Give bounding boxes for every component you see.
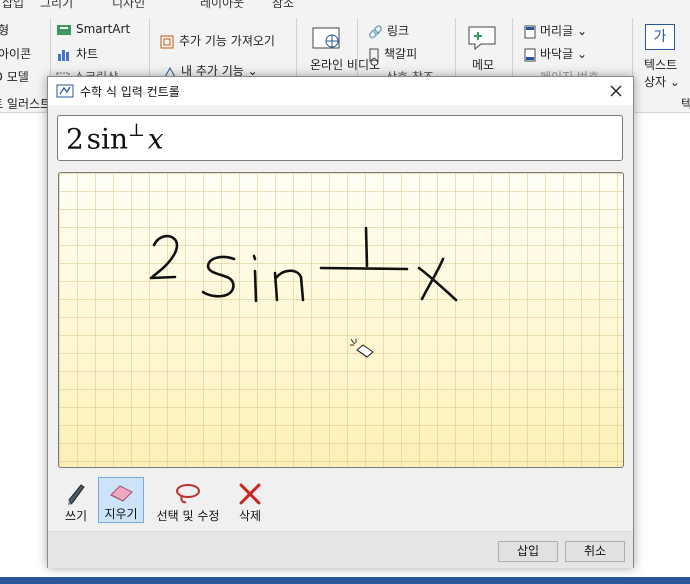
ink-stroke-2 [149, 234, 179, 280]
icons-button[interactable]: 아이콘 [0, 45, 31, 62]
store-icon [160, 35, 174, 48]
writing-pad[interactable] [58, 172, 624, 468]
textbox-icon: 가 [645, 24, 675, 50]
eraser-cursor-icon [350, 338, 374, 358]
bookmark-label: 책갈피 [384, 47, 418, 61]
close-button[interactable] [599, 77, 633, 105]
get-addins-button[interactable]: 추가 기능 가져오기 [159, 32, 275, 50]
comment-button[interactable] [466, 24, 498, 52]
ink-stroke-i-dot [252, 254, 257, 261]
header-icon [524, 25, 536, 38]
chevron-down-icon: ⌄ [666, 75, 680, 89]
ink-stroke-perp-horizontal [319, 266, 409, 271]
smartart-icon [57, 24, 71, 35]
text-group-label: 텍 [681, 97, 690, 111]
tab-draw[interactable]: 그리기 [40, 0, 73, 11]
textbox-label-line1: 텍스트 [644, 58, 678, 72]
link-label: 링크 [386, 24, 410, 38]
header-label: 머리글 [540, 24, 574, 38]
bookmark-icon [369, 48, 379, 62]
dialog-footer: 삽입 취소 [48, 531, 633, 568]
get-addins-label: 추가 기능 가져오기 [179, 34, 275, 48]
formula-preview[interactable]: 2 sin⊥ x [57, 115, 623, 161]
chart-label: 차트 [76, 47, 99, 61]
tab-insert[interactable]: 삽입 [2, 0, 24, 11]
formula-function: sin [86, 122, 128, 156]
ink-stroke-perp-vertical [364, 226, 369, 268]
ink-stroke-i-body [253, 269, 258, 303]
textbox-label-line2: 상자 ⌄ [644, 75, 680, 89]
delete-tool[interactable]: 삭제 [232, 477, 268, 523]
smartart-button[interactable]: SmartArt [56, 22, 130, 37]
tab-layout[interactable]: 레이아웃 [200, 0, 244, 11]
handwritten-ink [149, 226, 458, 303]
select-correct-tool[interactable]: 선택 및 수정 [146, 477, 230, 523]
comment-icon [468, 26, 496, 51]
link-button[interactable]: 🔗 링크 [368, 22, 409, 39]
select-correct-tool-label: 선택 및 수정 [156, 509, 220, 523]
math-input-app-icon [56, 84, 74, 98]
comment-label: 메모 [472, 58, 495, 72]
delete-tool-label: 삭제 [238, 509, 262, 523]
chevron-down-icon: ⌄ [573, 24, 587, 38]
ink-stroke-x-2 [420, 257, 445, 301]
formula-superscript: ⊥ [127, 120, 145, 141]
math-input-dialog: 수학 식 입력 컨트롤 2 sin⊥ x 쓰기 지우기 선택 및 수정 삭제 삽… [47, 76, 634, 568]
taskbar [0, 577, 690, 584]
lasso-icon [176, 484, 200, 504]
footer-icon [524, 48, 536, 61]
link-icon: 🔗 [368, 24, 383, 39]
footer-button[interactable]: 바닥글 ⌄ [524, 45, 587, 62]
dialog-titlebar: 수학 식 입력 컨트롤 [48, 77, 633, 105]
eraser-icon [110, 485, 133, 502]
smartart-label: SmartArt [76, 22, 131, 36]
textbox-button[interactable]: 가 [645, 24, 675, 50]
chevron-down-icon: ⌄ [573, 47, 587, 61]
ribbon-tab-strip: 삽입 그리기 디자인 레이아웃 참조 [0, 0, 690, 11]
formula-coefficient: 2 [66, 122, 84, 156]
write-tool[interactable]: 쓰기 [56, 477, 96, 523]
write-tool-label: 쓰기 [64, 509, 88, 523]
video-icon [312, 27, 340, 49]
delete-icon [239, 483, 261, 505]
pen-icon [68, 484, 85, 505]
close-icon [610, 85, 622, 97]
tab-references[interactable]: 참조 [272, 0, 294, 11]
3d-models-button[interactable]: 3D 모델 [0, 68, 29, 85]
dialog-title: 수학 식 입력 컨트롤 [80, 85, 180, 99]
erase-tool[interactable]: 지우기 [98, 477, 144, 523]
chart-button[interactable]: 차트 [56, 45, 98, 62]
chart-icon [58, 49, 69, 61]
erase-tool-label: 지우기 [104, 507, 138, 521]
insert-button[interactable]: 삽입 [498, 541, 558, 562]
header-button[interactable]: 머리글 ⌄ [524, 22, 587, 39]
ink-stroke-s [201, 255, 236, 298]
ink-stroke-n [273, 269, 305, 302]
shapes-button[interactable]: 형 [0, 21, 9, 38]
cancel-button[interactable]: 취소 [565, 541, 625, 562]
formula-preview-text: 2 sin⊥ x [66, 120, 164, 156]
formula-variable: x [147, 122, 164, 156]
footer-label: 바닥글 [540, 47, 574, 61]
online-video-button[interactable] [310, 24, 344, 52]
tab-design[interactable]: 디자인 [112, 0, 145, 11]
bookmark-button[interactable]: 책갈피 [368, 45, 417, 62]
